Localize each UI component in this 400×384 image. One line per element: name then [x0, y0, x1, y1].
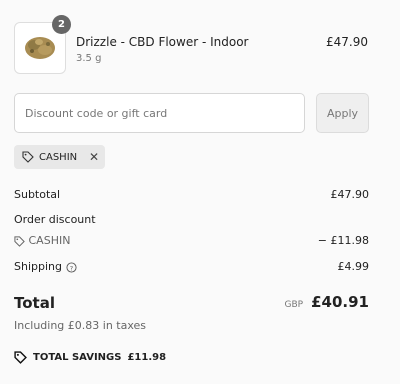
- apply-discount-button[interactable]: Apply: [316, 93, 369, 133]
- svg-text:?: ?: [69, 264, 72, 272]
- tag-icon: [22, 151, 34, 163]
- tag-icon: [14, 351, 27, 364]
- total-savings-label: TOTAL SAVINGS: [33, 352, 122, 363]
- subtotal-row: Subtotal £47.90: [14, 188, 369, 201]
- quantity-badge: 2: [52, 15, 71, 34]
- total-label: Total: [14, 294, 55, 312]
- cart-line-item: 2 Drizzle - CBD Flower - Indoor 3.5 g £4…: [14, 15, 368, 74]
- info-icon[interactable]: ?: [65, 261, 77, 273]
- shipping-value: £4.99: [337, 260, 370, 273]
- tag-icon: [14, 235, 25, 247]
- remove-discount-icon[interactable]: ✕: [89, 150, 99, 164]
- total-amount: £40.91: [311, 293, 369, 311]
- total-row: Total GBP £40.91: [14, 293, 369, 312]
- total-savings-value: £11.98: [127, 352, 167, 363]
- total-amount-group: GBP £40.91: [285, 293, 369, 311]
- discount-amount: − £11.98: [317, 234, 369, 247]
- discount-detail-row: CASHIN − £11.98: [14, 234, 369, 247]
- discount-code-input[interactable]: [14, 93, 305, 133]
- product-price: £47.90: [326, 35, 368, 49]
- cannabis-bud-image: [25, 37, 55, 59]
- product-variant: 3.5 g: [76, 53, 102, 64]
- product-name: Drizzle - CBD Flower - Indoor: [76, 35, 249, 49]
- order-discount-label: Order discount: [14, 213, 96, 226]
- subtotal-value: £47.90: [330, 188, 370, 201]
- total-savings-row: TOTAL SAVINGS £11.98: [14, 351, 166, 364]
- discount-detail-code: CASHIN: [28, 234, 71, 247]
- taxes-note: Including £0.83 in taxes: [14, 319, 147, 332]
- subtotal-label: Subtotal: [14, 188, 61, 201]
- shipping-row: Shipping ? £4.99: [14, 260, 369, 273]
- currency-code: GBP: [284, 300, 304, 310]
- shipping-label: Shipping: [14, 260, 62, 273]
- order-discount-row: Order discount: [14, 213, 369, 226]
- applied-discount-chip: CASHIN ✕: [14, 145, 105, 169]
- applied-discount-code: CASHIN: [39, 151, 78, 163]
